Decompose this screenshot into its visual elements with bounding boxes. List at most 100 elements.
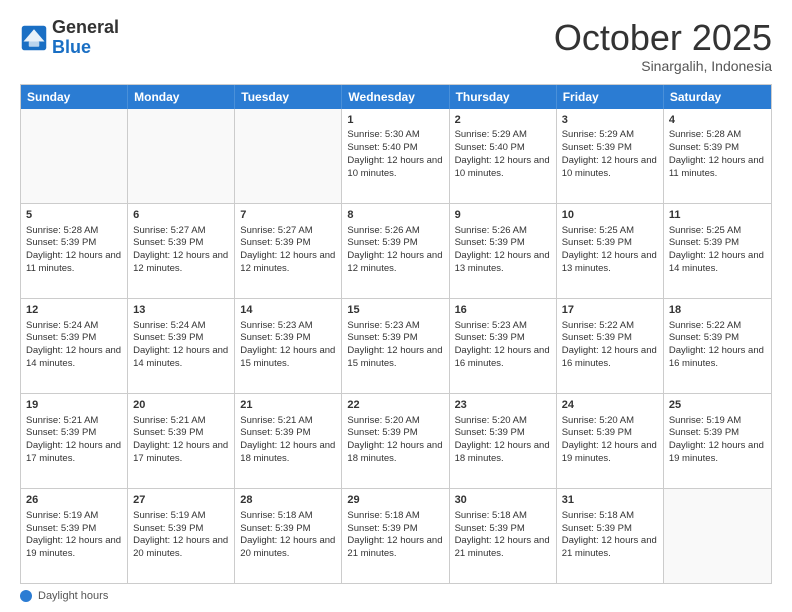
cal-header-wednesday: Wednesday [342,85,449,109]
cal-header-thursday: Thursday [450,85,557,109]
cal-cell: 16Sunrise: 5:23 AM Sunset: 5:39 PM Dayli… [450,299,557,393]
cell-info: Sunrise: 5:24 AM Sunset: 5:39 PM Dayligh… [133,320,228,369]
cal-cell: 29 Sunrise: 5:18 AM Sunset: 5:39 PM Dayli… [342,489,449,583]
cell-info: Sunrise: 5:22 AM Sunset: 5:39 PM Dayligh… [669,320,764,369]
cal-header-sunday: Sunday [21,85,128,109]
logo-text: General Blue [52,18,119,58]
cal-cell: 9 Sunrise: 5:26 AM Sunset: 5:39 PM Daylig… [450,204,557,298]
cal-header-saturday: Saturday [664,85,771,109]
day-number: 3 [562,113,658,128]
cal-cell: 21 Sunrise: 5:21 AM Sunset: 5:39 PM Dayli… [235,394,342,488]
calendar: SundayMondayTuesdayWednesdayThursdayFrid… [20,84,772,584]
page: General Blue October 2025 Sinargalih, In… [0,0,792,612]
cal-cell: 31Sunrise: 5:18 AM Sunset: 5:39 PM Dayli… [557,489,664,583]
cell-info: Sunrise: 5:21 AM Sunset: 5:39 PM Dayligh… [240,415,335,464]
cal-cell: 19 Sunrise: 5:21 AM Sunset: 5:39 PM Dayli… [21,394,128,488]
day-number: 29 [347,493,443,508]
day-number: 8 [347,208,443,223]
cell-info: Sunrise: 5:24 AM Sunset: 5:39 PM Dayligh… [26,320,121,369]
cell-info: Sunrise: 5:28 AM Sunset: 5:39 PM Dayligh… [669,129,764,178]
footer: Daylight hours [20,590,772,602]
cell-info: Sunrise: 5:29 AM Sunset: 5:39 PM Dayligh… [562,129,657,178]
cal-cell: 10Sunrise: 5:25 AM Sunset: 5:39 PM Dayli… [557,204,664,298]
day-number: 26 [26,493,122,508]
day-number: 18 [669,303,766,318]
cell-info: Sunrise: 5:18 AM Sunset: 5:39 PM Dayligh… [240,510,335,559]
cell-info: Sunrise: 5:20 AM Sunset: 5:39 PM Dayligh… [347,415,442,464]
day-number: 1 [347,113,443,128]
cal-cell: 23 Sunrise: 5:20 AM Sunset: 5:39 PM Dayli… [450,394,557,488]
cell-info: Sunrise: 5:23 AM Sunset: 5:39 PM Dayligh… [455,320,550,369]
title-block: October 2025 Sinargalih, Indonesia [554,18,772,74]
location: Sinargalih, Indonesia [554,58,772,74]
day-number: 14 [240,303,336,318]
cal-cell [664,489,771,583]
cal-header-tuesday: Tuesday [235,85,342,109]
cal-cell: 20 Sunrise: 5:21 AM Sunset: 5:39 PM Dayli… [128,394,235,488]
day-number: 23 [455,398,551,413]
cell-info: Sunrise: 5:22 AM Sunset: 5:39 PM Dayligh… [562,320,657,369]
cell-info: Sunrise: 5:18 AM Sunset: 5:39 PM Dayligh… [455,510,550,559]
cell-info: Sunrise: 5:19 AM Sunset: 5:39 PM Dayligh… [133,510,228,559]
cal-cell: 18 Sunrise: 5:22 AM Sunset: 5:39 PM Dayli… [664,299,771,393]
cell-info: Sunrise: 5:25 AM Sunset: 5:39 PM Dayligh… [669,225,764,274]
day-number: 19 [26,398,122,413]
day-number: 9 [455,208,551,223]
cal-cell: 3Sunrise: 5:29 AM Sunset: 5:39 PM Daylig… [557,109,664,203]
day-number: 15 [347,303,443,318]
cell-info: Sunrise: 5:26 AM Sunset: 5:39 PM Dayligh… [347,225,442,274]
day-number: 7 [240,208,336,223]
day-number: 17 [562,303,658,318]
cal-cell: 2Sunrise: 5:29 AM Sunset: 5:40 PM Daylig… [450,109,557,203]
day-number: 28 [240,493,336,508]
cal-cell: 7Sunrise: 5:27 AM Sunset: 5:39 PM Daylig… [235,204,342,298]
day-number: 30 [455,493,551,508]
cal-cell: 30 Sunrise: 5:18 AM Sunset: 5:39 PM Dayli… [450,489,557,583]
cell-info: Sunrise: 5:20 AM Sunset: 5:39 PM Dayligh… [455,415,550,464]
cell-info: Sunrise: 5:21 AM Sunset: 5:39 PM Dayligh… [133,415,228,464]
cal-cell: 5 Sunrise: 5:28 AM Sunset: 5:39 PM Daylig… [21,204,128,298]
day-number: 10 [562,208,658,223]
day-number: 21 [240,398,336,413]
cal-row-3: 12 Sunrise: 5:24 AM Sunset: 5:39 PM Dayli… [21,298,771,393]
cell-info: Sunrise: 5:18 AM Sunset: 5:39 PM Dayligh… [347,510,442,559]
cell-info: Sunrise: 5:27 AM Sunset: 5:39 PM Dayligh… [133,225,228,274]
day-number: 25 [669,398,766,413]
cal-cell: 1Sunrise: 5:30 AM Sunset: 5:40 PM Daylig… [342,109,449,203]
cal-cell [128,109,235,203]
cal-cell: 22 Sunrise: 5:20 AM Sunset: 5:39 PM Dayli… [342,394,449,488]
cal-header-monday: Monday [128,85,235,109]
day-number: 5 [26,208,122,223]
logo-general: General [52,17,119,37]
cell-info: Sunrise: 5:21 AM Sunset: 5:39 PM Dayligh… [26,415,121,464]
logo-blue: Blue [52,37,91,57]
cell-info: Sunrise: 5:29 AM Sunset: 5:40 PM Dayligh… [455,129,550,178]
cal-header-friday: Friday [557,85,664,109]
cal-cell [21,109,128,203]
cal-row-1: 1Sunrise: 5:30 AM Sunset: 5:40 PM Daylig… [21,109,771,203]
cell-info: Sunrise: 5:28 AM Sunset: 5:39 PM Dayligh… [26,225,121,274]
cal-cell: 27Sunrise: 5:19 AM Sunset: 5:39 PM Dayli… [128,489,235,583]
cell-info: Sunrise: 5:19 AM Sunset: 5:39 PM Dayligh… [26,510,121,559]
cell-info: Sunrise: 5:26 AM Sunset: 5:39 PM Dayligh… [455,225,550,274]
cell-info: Sunrise: 5:18 AM Sunset: 5:39 PM Dayligh… [562,510,657,559]
cal-cell: 28 Sunrise: 5:18 AM Sunset: 5:39 PM Dayli… [235,489,342,583]
cell-info: Sunrise: 5:23 AM Sunset: 5:39 PM Dayligh… [347,320,442,369]
logo: General Blue [20,18,119,58]
day-number: 22 [347,398,443,413]
cell-info: Sunrise: 5:23 AM Sunset: 5:39 PM Dayligh… [240,320,335,369]
day-number: 20 [133,398,229,413]
header: General Blue October 2025 Sinargalih, In… [20,18,772,74]
day-number: 2 [455,113,551,128]
cal-cell [235,109,342,203]
cal-cell: 12 Sunrise: 5:24 AM Sunset: 5:39 PM Dayli… [21,299,128,393]
cal-cell: 11Sunrise: 5:25 AM Sunset: 5:39 PM Dayli… [664,204,771,298]
cal-cell: 15 Sunrise: 5:23 AM Sunset: 5:39 PM Dayli… [342,299,449,393]
cal-row-5: 26 Sunrise: 5:19 AM Sunset: 5:39 PM Dayli… [21,488,771,583]
calendar-header: SundayMondayTuesdayWednesdayThursdayFrid… [21,85,771,109]
cal-cell: 4Sunrise: 5:28 AM Sunset: 5:39 PM Daylig… [664,109,771,203]
day-number: 12 [26,303,122,318]
calendar-body: 1Sunrise: 5:30 AM Sunset: 5:40 PM Daylig… [21,109,771,583]
cal-row-2: 5 Sunrise: 5:28 AM Sunset: 5:39 PM Daylig… [21,203,771,298]
day-number: 24 [562,398,658,413]
